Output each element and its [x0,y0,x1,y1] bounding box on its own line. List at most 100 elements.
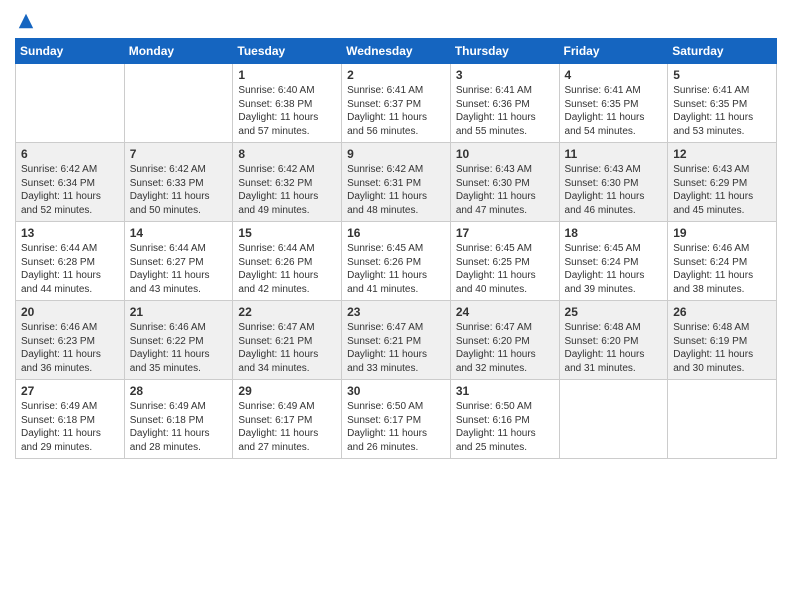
calendar-cell: 15Sunrise: 6:44 AMSunset: 6:26 PMDayligh… [233,222,342,301]
calendar-cell: 9Sunrise: 6:42 AMSunset: 6:31 PMDaylight… [342,143,451,222]
day-info: Sunrise: 6:46 AMSunset: 6:23 PMDaylight:… [21,321,119,375]
day-of-week-header: Wednesday [342,39,451,64]
day-number: 30 [347,384,445,398]
logo-icon [17,12,35,30]
day-number: 29 [238,384,336,398]
daylight-text: Daylight: 11 hours and 55 minutes. [456,111,554,138]
daylight-text: Daylight: 11 hours and 47 minutes. [456,190,554,217]
sunset-text: Sunset: 6:28 PM [21,256,119,270]
day-number: 24 [456,305,554,319]
sunset-text: Sunset: 6:16 PM [456,414,554,428]
day-info: Sunrise: 6:42 AMSunset: 6:34 PMDaylight:… [21,163,119,217]
day-number: 13 [21,226,119,240]
day-number: 12 [673,147,771,161]
day-info: Sunrise: 6:43 AMSunset: 6:29 PMDaylight:… [673,163,771,217]
sunrise-text: Sunrise: 6:42 AM [347,163,445,177]
calendar-cell: 28 Sunrise: 6:49 AMSunset: 6:18 PMDayligh… [124,380,233,459]
sunset-text: Sunset: 6:30 PM [565,177,663,191]
calendar-week-row: 6Sunrise: 6:42 AMSunset: 6:34 PMDaylight… [16,143,777,222]
sunset-text: Sunset: 6:30 PM [456,177,554,191]
day-of-week-header: Sunday [16,39,125,64]
sunrise-text: Sunrise: 6:50 AM [456,400,554,414]
day-info: Sunrise: 6:41 AMSunset: 6:37 PMDaylight:… [347,84,445,138]
sunrise-text: Sunrise: 6:42 AM [130,163,228,177]
calendar-cell: 6Sunrise: 6:42 AMSunset: 6:34 PMDaylight… [16,143,125,222]
calendar-cell: 17Sunrise: 6:45 AMSunset: 6:25 PMDayligh… [450,222,559,301]
daylight-text: Daylight: 11 hours and 48 minutes. [347,190,445,217]
sunset-text: Sunset: 6:32 PM [238,177,336,191]
header [15,10,777,30]
day-number: 21 [130,305,228,319]
sunrise-text: Sunrise: 6:41 AM [673,84,771,98]
day-number: 4 [565,68,663,82]
sunset-text: Sunset: 6:18 PM [21,414,119,428]
day-info: Sunrise: 6:44 AMSunset: 6:26 PMDaylight:… [238,242,336,296]
day-info: Sunrise: 6:45 AMSunset: 6:24 PMDaylight:… [565,242,663,296]
sunrise-text: Sunrise: 6:43 AM [565,163,663,177]
sunset-text: Sunset: 6:27 PM [130,256,228,270]
daylight-text: Daylight: 11 hours and 28 minutes. [130,427,228,454]
day-of-week-header: Tuesday [233,39,342,64]
daylight-text: Daylight: 11 hours and 29 minutes. [21,427,119,454]
daylight-text: Daylight: 11 hours and 30 minutes. [673,348,771,375]
calendar-cell: 22Sunrise: 6:47 AMSunset: 6:21 PMDayligh… [233,301,342,380]
daylight-text: Daylight: 11 hours and 45 minutes. [673,190,771,217]
day-info: Sunrise: 6:45 AMSunset: 6:25 PMDaylight:… [456,242,554,296]
day-info: Sunrise: 6:49 AMSunset: 6:17 PMDaylight:… [238,400,336,454]
daylight-text: Daylight: 11 hours and 42 minutes. [238,269,336,296]
day-number: 10 [456,147,554,161]
daylight-text: Daylight: 11 hours and 33 minutes. [347,348,445,375]
day-number: 25 [565,305,663,319]
calendar-cell: 4Sunrise: 6:41 AMSunset: 6:35 PMDaylight… [559,64,668,143]
day-number: 2 [347,68,445,82]
sunset-text: Sunset: 6:24 PM [673,256,771,270]
day-info: Sunrise: 6:49 AMSunset: 6:18 PMDaylight:… [21,400,119,454]
day-info: Sunrise: 6:47 AMSunset: 6:20 PMDaylight:… [456,321,554,375]
calendar-cell: 29 Sunrise: 6:49 AMSunset: 6:17 PMDayligh… [233,380,342,459]
day-info: Sunrise: 6:42 AMSunset: 6:32 PMDaylight:… [238,163,336,217]
calendar-table: SundayMondayTuesdayWednesdayThursdayFrid… [15,38,777,459]
sunrise-text: Sunrise: 6:41 AM [456,84,554,98]
sunset-text: Sunset: 6:35 PM [673,98,771,112]
calendar-cell: 13Sunrise: 6:44 AMSunset: 6:28 PMDayligh… [16,222,125,301]
day-info: Sunrise: 6:41 AMSunset: 6:35 PMDaylight:… [673,84,771,138]
calendar-cell: 14Sunrise: 6:44 AMSunset: 6:27 PMDayligh… [124,222,233,301]
sunrise-text: Sunrise: 6:49 AM [238,400,336,414]
calendar-cell: 27Sunrise: 6:49 AMSunset: 6:18 PMDayligh… [16,380,125,459]
day-of-week-header: Thursday [450,39,559,64]
daylight-text: Daylight: 11 hours and 49 minutes. [238,190,336,217]
sunrise-text: Sunrise: 6:40 AM [238,84,336,98]
day-info: Sunrise: 6:42 AMSunset: 6:33 PMDaylight:… [130,163,228,217]
daylight-text: Daylight: 11 hours and 25 minutes. [456,427,554,454]
sunset-text: Sunset: 6:19 PM [673,335,771,349]
sunset-text: Sunset: 6:25 PM [456,256,554,270]
sunrise-text: Sunrise: 6:47 AM [238,321,336,335]
day-of-week-header: Monday [124,39,233,64]
calendar-week-row: 1Sunrise: 6:40 AMSunset: 6:38 PMDaylight… [16,64,777,143]
calendar-cell: 20 Sunrise: 6:46 AMSunset: 6:23 PMDayligh… [16,301,125,380]
daylight-text: Daylight: 11 hours and 26 minutes. [347,427,445,454]
daylight-text: Daylight: 11 hours and 44 minutes. [21,269,119,296]
sunrise-text: Sunrise: 6:50 AM [347,400,445,414]
calendar-cell: 12 Sunrise: 6:43 AMSunset: 6:29 PMDayligh… [668,143,777,222]
day-info: Sunrise: 6:43 AMSunset: 6:30 PMDaylight:… [456,163,554,217]
day-number: 8 [238,147,336,161]
daylight-text: Daylight: 11 hours and 31 minutes. [565,348,663,375]
sunrise-text: Sunrise: 6:42 AM [21,163,119,177]
sunrise-text: Sunrise: 6:45 AM [565,242,663,256]
page: SundayMondayTuesdayWednesdayThursdayFrid… [0,0,792,612]
sunset-text: Sunset: 6:36 PM [456,98,554,112]
daylight-text: Daylight: 11 hours and 53 minutes. [673,111,771,138]
daylight-text: Daylight: 11 hours and 50 minutes. [130,190,228,217]
day-number: 9 [347,147,445,161]
sunset-text: Sunset: 6:37 PM [347,98,445,112]
day-info: Sunrise: 6:47 AMSunset: 6:21 PMDaylight:… [238,321,336,375]
calendar-cell: 26Sunrise: 6:48 AMSunset: 6:19 PMDayligh… [668,301,777,380]
sunrise-text: Sunrise: 6:45 AM [347,242,445,256]
day-number: 20 [21,305,119,319]
day-info: Sunrise: 6:49 AMSunset: 6:18 PMDaylight:… [130,400,228,454]
day-info: Sunrise: 6:48 AMSunset: 6:20 PMDaylight:… [565,321,663,375]
calendar-cell: 30Sunrise: 6:50 AMSunset: 6:17 PMDayligh… [342,380,451,459]
calendar-cell: 21Sunrise: 6:46 AMSunset: 6:22 PMDayligh… [124,301,233,380]
day-number: 28 [130,384,228,398]
